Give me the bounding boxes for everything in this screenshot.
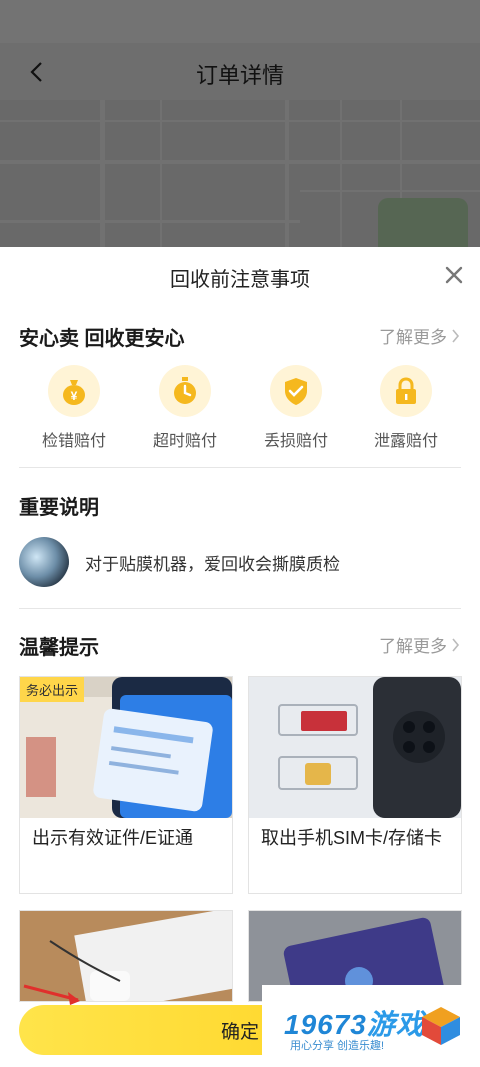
guarantee-item[interactable]: 超时赔付 — [135, 365, 235, 451]
watermark-slogan: 用心分享 创造乐趣! — [290, 1040, 385, 1052]
guarantee-label: 检错赔付 — [41, 433, 106, 450]
chevron-right-icon — [452, 637, 460, 652]
note-text: 对于贴膜机器，爱回收会撕膜质检 — [85, 554, 340, 574]
badge: 务必出示 — [20, 677, 85, 702]
tip-card-label: 取出手机SIM卡/存储卡 — [261, 828, 443, 848]
money-bag-icon: ¥ — [48, 365, 100, 417]
tip-card-sim[interactable]: 取出手机SIM卡/存储卡 — [248, 676, 462, 894]
confirm-label: 确定 — [220, 1021, 259, 1043]
tip-card-label: 出示有效证件/E证通 — [32, 828, 194, 848]
red-arrow-icon — [23, 984, 80, 1005]
close-icon — [445, 266, 463, 284]
map-view — [0, 100, 480, 248]
more-link-label: 了解更多 — [379, 637, 447, 656]
guarantee-list: ¥ 检错赔付 超时赔付 丢损赔付 泄露赔付 — [0, 365, 480, 465]
phone-film-thumbnail — [19, 537, 69, 587]
important-note: 对于贴膜机器，爱回收会撕膜质检 — [19, 536, 461, 588]
more-link-label: 了解更多 — [379, 328, 447, 347]
stopwatch-icon — [159, 365, 211, 417]
safe-section-title: 安心卖 回收更安心 — [19, 328, 185, 350]
page-title: 订单详情 — [195, 63, 284, 88]
divider — [19, 467, 461, 468]
tips-more-link[interactable]: 了解更多 — [379, 632, 460, 657]
chevron-right-icon — [452, 328, 460, 343]
guarantee-item[interactable]: ¥ 检错赔付 — [24, 365, 124, 451]
guarantee-label: 丢损赔付 — [263, 433, 328, 450]
chevron-left-icon — [30, 62, 42, 82]
guarantee-item[interactable]: 泄露赔付 — [356, 365, 456, 451]
important-section-title: 重要说明 — [19, 497, 99, 519]
status-bar — [0, 0, 480, 43]
guarantee-item[interactable]: 丢损赔付 — [246, 365, 346, 451]
shield-check-icon — [270, 365, 322, 417]
sheet-title: 回收前注意事项 — [170, 269, 310, 291]
svg-text:¥: ¥ — [71, 389, 78, 403]
site-watermark: 19673游戏 用心分享 创造乐趣! — [262, 985, 480, 1067]
sim-card-image — [249, 677, 461, 818]
lock-icon — [380, 365, 432, 417]
tips-section-title: 温馨提示 — [19, 637, 99, 659]
notice-bottom-sheet: 回收前注意事项 安心卖 回收更安心 了解更多 ¥ 检错赔付 超时赔付 丢损赔付 — [0, 247, 480, 1067]
guarantee-label: 超时赔付 — [152, 433, 217, 450]
divider — [19, 608, 461, 609]
close-button[interactable] — [440, 261, 468, 289]
back-button[interactable] — [22, 57, 52, 87]
top-nav-bar: 订单详情 — [0, 43, 480, 105]
guarantee-label: 泄露赔付 — [373, 433, 438, 450]
tip-card-id[interactable]: 务必出示 出示有效证件/E证通 — [19, 676, 233, 894]
safe-more-link[interactable]: 了解更多 — [379, 323, 460, 348]
cube-logo-icon — [422, 1007, 460, 1045]
